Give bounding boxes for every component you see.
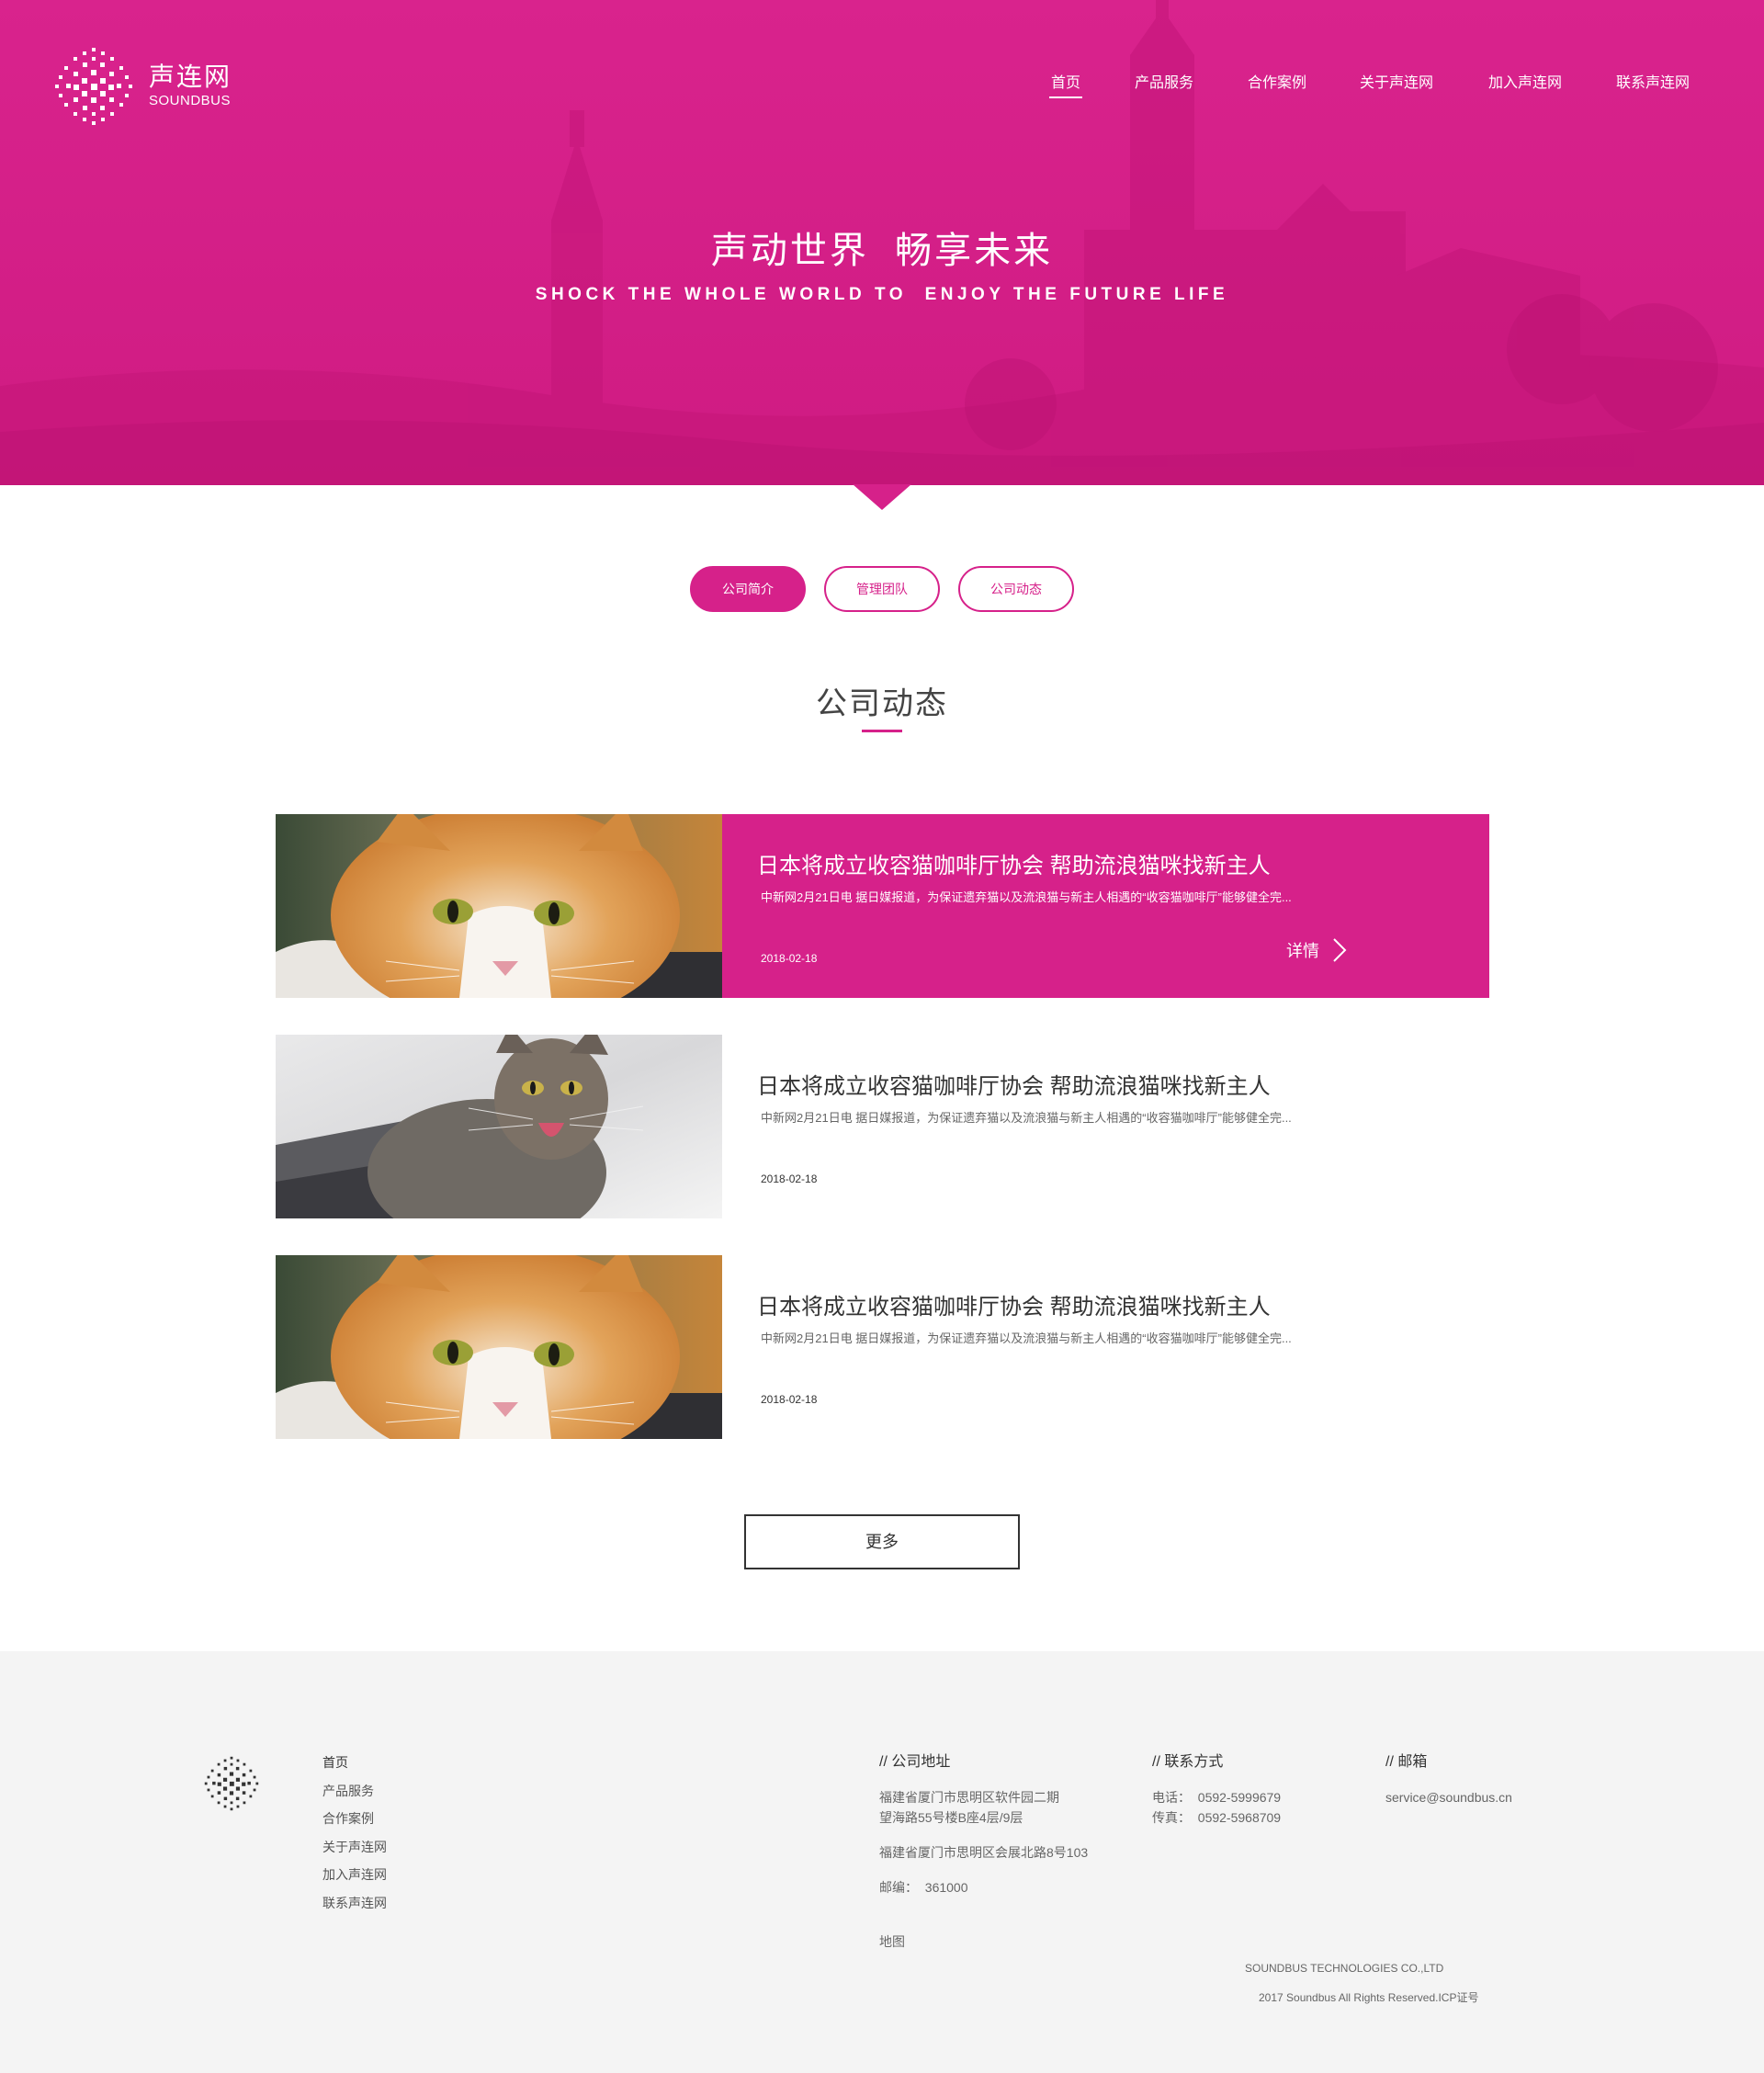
- nav-item-join[interactable]: 加入声连网: [1488, 70, 1562, 92]
- footer-address-line3: 福建省厦门市思明区会展北路8号103: [879, 1845, 1089, 1860]
- news-date: 2018-02-18: [761, 1172, 818, 1185]
- news-image[interactable]: [276, 1255, 722, 1439]
- tabby-cat-photo: [276, 1035, 722, 1218]
- footer-contact: // 联系方式 电话： 0592-5999679 传真： 0592-596870…: [1152, 1749, 1281, 1828]
- nav-item-home[interactable]: 首页: [1048, 70, 1083, 98]
- news-body: 日本将成立收容猫咖啡厅协会 帮助流浪猫咪找新主人 中新网2月21日电 据日媒报道…: [722, 1255, 1489, 1439]
- footer-address-line2: 望海路55号楼B座4层/9层: [879, 1810, 1023, 1825]
- news-title[interactable]: 日本将成立收容猫咖啡厅协会 帮助流浪猫咪找新主人: [757, 1288, 1271, 1320]
- footer-nav-about[interactable]: 关于声连网: [322, 1833, 387, 1862]
- footer-contact-heading: // 联系方式: [1152, 1754, 1224, 1770]
- hero-banner: 声连网 SOUNDBUS 首页 产品服务 合作案例 关于声连网 加入声连网 联系…: [0, 0, 1764, 485]
- news-date: 2018-02-18: [761, 952, 818, 965]
- more-button[interactable]: 更多: [744, 1514, 1020, 1569]
- nav-item-contact[interactable]: 联系声连网: [1616, 70, 1690, 92]
- soundbus-logo-icon[interactable]: [202, 1754, 261, 1813]
- tab-company-intro[interactable]: 公司简介: [690, 566, 806, 612]
- news-description: 中新网2月21日电 据日媒报道，为保证遗弃猫以及流浪猫与新主人相遇的“收容猫咖啡…: [761, 1331, 1292, 1345]
- news-body: 日本将成立收容猫咖啡厅协会 帮助流浪猫咪找新主人 中新网2月21日电 据日媒报道…: [722, 814, 1489, 998]
- news-body: 日本将成立收容猫咖啡厅协会 帮助流浪猫咪找新主人 中新网2月21日电 据日媒报道…: [722, 1035, 1489, 1218]
- footer-email: // 邮箱 service@soundbus.cn: [1385, 1749, 1512, 1807]
- footer-copyright: 2017 Soundbus All Rights Reserved.ICP证号: [1259, 1991, 1479, 2004]
- news-item[interactable]: 日本将成立收容猫咖啡厅协会 帮助流浪猫咪找新主人 中新网2月21日电 据日媒报道…: [276, 1035, 1489, 1218]
- footer-nav-contact[interactable]: 联系声连网: [322, 1889, 387, 1918]
- tab-management-team[interactable]: 管理团队: [824, 566, 940, 612]
- footer-email-heading: // 邮箱: [1385, 1754, 1428, 1770]
- hero-pointer-arrow: [853, 484, 911, 510]
- section-title: 公司动态: [816, 686, 948, 721]
- footer-nav-join[interactable]: 加入声连网: [322, 1861, 387, 1889]
- news-detail-link[interactable]: 详情: [1286, 937, 1347, 963]
- nav-item-cases[interactable]: 合作案例: [1248, 70, 1306, 92]
- footer-address-heading: // 公司地址: [879, 1754, 951, 1770]
- footer-nav-products[interactable]: 产品服务: [322, 1777, 387, 1806]
- news-description: 中新网2月21日电 据日媒报道，为保证遗弃猫以及流浪猫与新主人相遇的“收容猫咖啡…: [761, 890, 1292, 904]
- orange-white-cat-photo: [276, 814, 722, 998]
- news-image[interactable]: [276, 1035, 722, 1218]
- tab-company-news[interactable]: 公司动态: [958, 566, 1074, 612]
- footer-postcode: 邮编： 361000: [879, 1880, 968, 1895]
- footer-nav-home[interactable]: 首页: [322, 1749, 387, 1777]
- chevron-right-icon: [1333, 938, 1347, 962]
- news-item[interactable]: 日本将成立收容猫咖啡厅协会 帮助流浪猫咪找新主人 中新网2月21日电 据日媒报道…: [276, 814, 1489, 998]
- section-title-underline: [862, 730, 902, 732]
- orange-white-cat-photo: [276, 1255, 722, 1439]
- hero-title: 声动世界 畅享未来: [710, 231, 1054, 271]
- news-description: 中新网2月21日电 据日媒报道，为保证遗弃猫以及流浪猫与新主人相遇的“收容猫咖啡…: [761, 1111, 1292, 1125]
- news-image[interactable]: [276, 814, 722, 998]
- news-detail-label: 详情: [1286, 942, 1319, 960]
- news-date: 2018-02-18: [761, 1393, 818, 1406]
- nav-item-about[interactable]: 关于声连网: [1360, 70, 1433, 92]
- hero-subtitle: SHOCK THE WHOLE WORLD TO ENJOY THE FUTUR…: [535, 285, 1229, 304]
- footer-address-line1: 福建省厦门市思明区软件园二期: [879, 1790, 1059, 1805]
- footer-phone: 电话： 0592-5999679: [1152, 1790, 1282, 1805]
- footer-map-link[interactable]: 地图: [879, 1932, 905, 1951]
- footer-address: // 公司地址 福建省厦门市思明区软件园二期 望海路55号楼B座4层/9层 福建…: [879, 1749, 1088, 1897]
- footer-email-value[interactable]: service@soundbus.cn: [1385, 1787, 1512, 1807]
- footer-fax: 传真： 0592-5968709: [1152, 1810, 1282, 1825]
- main-nav: 首页 产品服务 合作案例 关于声连网 加入声连网 联系声连网: [0, 70, 1764, 107]
- news-item[interactable]: 日本将成立收容猫咖啡厅协会 帮助流浪猫咪找新主人 中新网2月21日电 据日媒报道…: [276, 1255, 1489, 1439]
- footer-nav: 首页 产品服务 合作案例 关于声连网 加入声连网 联系声连网: [322, 1749, 387, 1917]
- footer-nav-cases[interactable]: 合作案例: [322, 1805, 387, 1833]
- nav-item-products[interactable]: 产品服务: [1135, 70, 1193, 92]
- footer: 首页 产品服务 合作案例 关于声连网 加入声连网 联系声连网 // 公司地址 福…: [0, 1651, 1764, 2073]
- footer-company-name: SOUNDBUS TECHNOLOGIES CO.,LTD: [1245, 1962, 1444, 1975]
- news-title[interactable]: 日本将成立收容猫咖啡厅协会 帮助流浪猫咪找新主人: [757, 847, 1271, 879]
- news-title[interactable]: 日本将成立收容猫咖啡厅协会 帮助流浪猫咪找新主人: [757, 1068, 1271, 1100]
